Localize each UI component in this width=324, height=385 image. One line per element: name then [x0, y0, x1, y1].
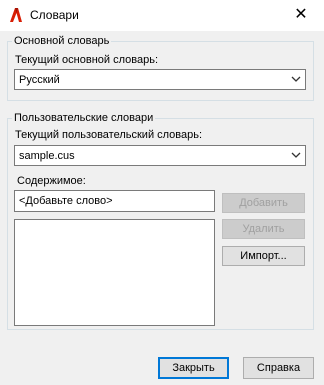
chevron-down-icon: [291, 76, 301, 82]
contents-label: Содержимое:: [17, 175, 86, 187]
main-dictionary-select[interactable]: Русский: [14, 69, 306, 90]
main-dictionary-value: Русский: [19, 74, 60, 86]
delete-word-button[interactable]: Удалить: [222, 219, 305, 239]
main-dictionary-legend: Основной словарь: [12, 34, 112, 48]
close-dialog-button[interactable]: Закрыть: [158, 357, 229, 379]
contents-listbox[interactable]: [14, 219, 215, 326]
custom-dictionary-select[interactable]: sample.cus: [14, 145, 306, 166]
custom-dictionary-value: sample.cus: [19, 150, 75, 162]
add-word-button[interactable]: Добавить: [222, 193, 305, 213]
help-button[interactable]: Справка: [243, 357, 314, 379]
close-window-button[interactable]: ✕: [289, 4, 313, 26]
chevron-down-icon: [291, 152, 301, 158]
custom-dictionaries-legend: Пользовательские словари: [12, 111, 156, 125]
import-button[interactable]: Импорт...: [222, 246, 305, 266]
window-title: Словари: [30, 8, 79, 22]
custom-dictionary-label: Текущий пользовательский словарь:: [15, 129, 203, 141]
word-input-value: <Добавьте слово>: [19, 195, 113, 207]
main-dictionary-label: Текущий основной словарь:: [15, 54, 158, 66]
word-input[interactable]: <Добавьте слово>: [14, 190, 215, 212]
autocad-logo-icon: [10, 8, 22, 22]
